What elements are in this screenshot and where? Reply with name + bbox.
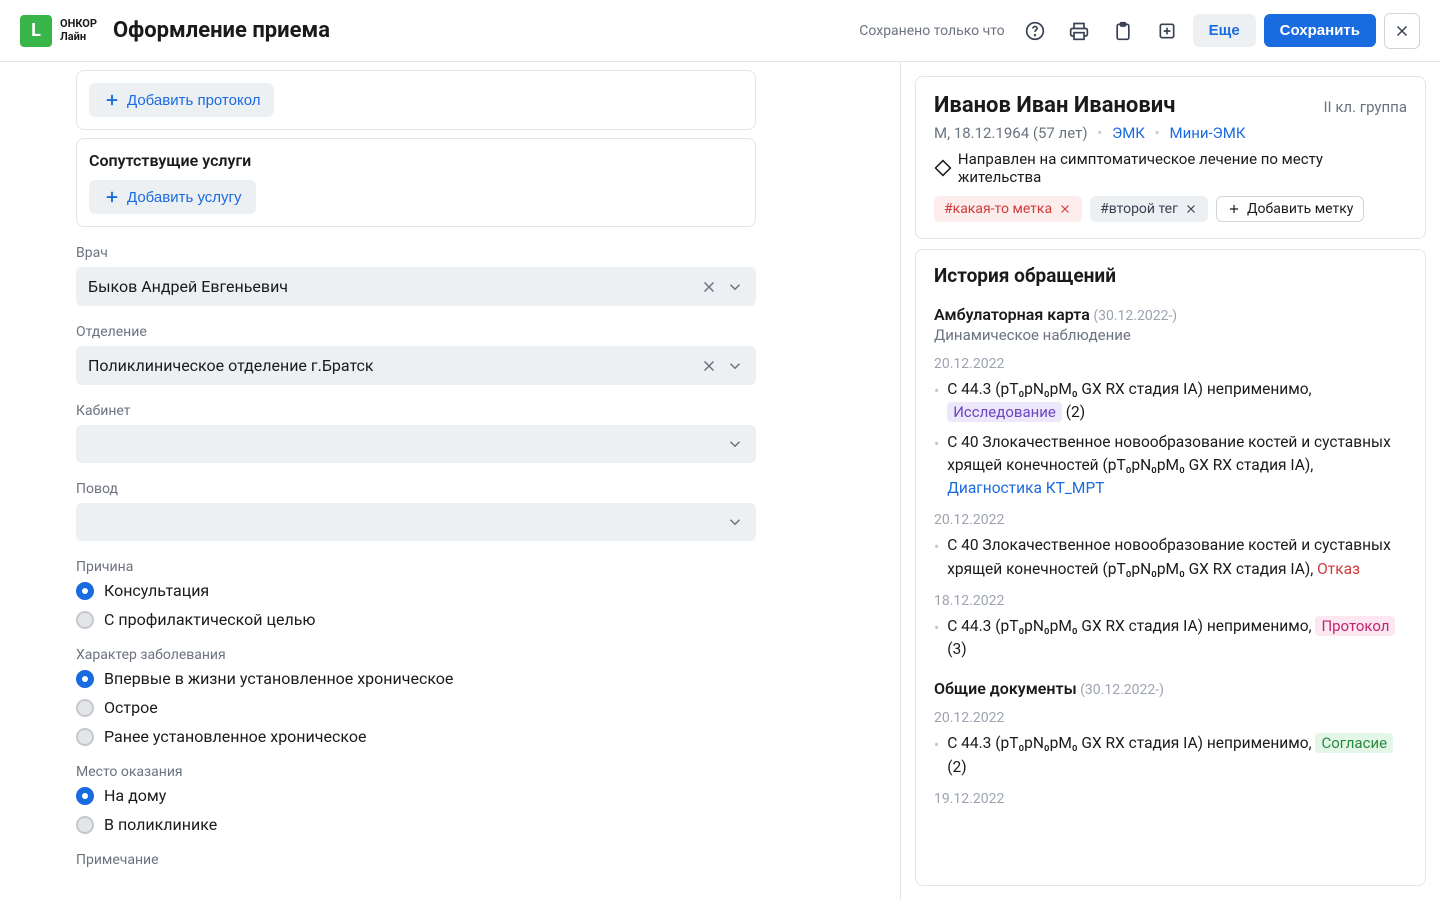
disease-option-2[interactable]: Ранее установленное хроническое: [76, 727, 756, 746]
app-header: L ОНКОР Лайн Оформление приема Сохранено…: [0, 0, 1440, 62]
side-column: Иванов Иван Иванович II кл. группа М, 18…: [900, 62, 1440, 900]
chevron-down-icon[interactable]: [726, 357, 744, 375]
disease-option-1[interactable]: Острое: [76, 698, 756, 717]
cause-option-0[interactable]: Консультация: [76, 581, 756, 600]
patient-name: Иванов Иван Иванович: [934, 93, 1175, 118]
patient-card: Иванов Иван Иванович II кл. группа М, 18…: [915, 76, 1426, 239]
emk-link[interactable]: ЭМК: [1112, 124, 1145, 142]
place-label: Место оказания: [76, 764, 756, 780]
tag-remove-icon[interactable]: [1058, 202, 1072, 216]
close-icon[interactable]: [1384, 13, 1420, 49]
mini-emk-link[interactable]: Мини-ЭМК: [1169, 124, 1245, 142]
reason-visit-label: Повод: [76, 481, 756, 497]
doctor-value: Быков Андрей Евгеньевич: [88, 277, 288, 296]
header-left: L ОНКОР Лайн Оформление приема: [20, 15, 330, 47]
direction-icon: [934, 159, 952, 177]
history-body[interactable]: Амбулаторная карта (30.12.2022-)Динамиче…: [916, 301, 1425, 885]
add-service-button[interactable]: Добавить услугу: [89, 180, 256, 214]
tag-1[interactable]: #какая-то метка: [934, 196, 1082, 222]
history-badge[interactable]: Протокол: [1315, 616, 1395, 636]
department-value: Поликлиническое отделение г.Братск: [88, 356, 374, 375]
services-title: Сопутствущие услуги: [89, 151, 743, 170]
department-label: Отделение: [76, 324, 756, 340]
place-option-1[interactable]: В поликлинике: [76, 815, 756, 834]
history-date: 20.12.2022: [934, 512, 1407, 528]
print-icon[interactable]: [1061, 13, 1097, 49]
history-red: Отказ: [1317, 560, 1360, 578]
clear-icon[interactable]: [700, 278, 718, 296]
history-entry: •C 40 Злокачественное новообразование ко…: [934, 534, 1407, 581]
chevron-down-icon[interactable]: [726, 278, 744, 296]
clear-icon[interactable]: [700, 357, 718, 375]
save-button[interactable]: Сохранить: [1264, 14, 1376, 47]
page-title: Оформление приема: [113, 18, 330, 43]
help-icon[interactable]: [1017, 13, 1053, 49]
new-doc-icon[interactable]: [1149, 13, 1185, 49]
history-entry: •C 44.3 (pT₀pN₀pM₀ GX RX стадия IA) непр…: [934, 378, 1407, 425]
reason-visit-select[interactable]: [76, 503, 756, 541]
add-protocol-label: Добавить протокол: [127, 92, 260, 109]
tags-row: #какая-то метка #второй тег Добавить мет…: [934, 196, 1407, 222]
room-label: Кабинет: [76, 403, 756, 419]
patient-direction-row: Направлен на симптоматическое лечение по…: [934, 150, 1407, 186]
history-section-docs: Общие документы (30.12.2022-)20.12.2022•…: [934, 679, 1407, 807]
patient-group: II кл. группа: [1323, 98, 1407, 116]
cause-label: Причина: [76, 559, 756, 575]
room-field: Кабинет: [76, 403, 756, 463]
cause-option-1[interactable]: С профилактической целью: [76, 610, 756, 629]
more-button[interactable]: Еще: [1193, 14, 1256, 47]
header-right: Сохранено только что Еще Сохранить: [859, 13, 1420, 49]
logo-text: ОНКОР Лайн: [60, 18, 97, 42]
history-badge[interactable]: Согласие: [1315, 733, 1393, 753]
main-layout: Добавить протокол Сопутствущие услуги До…: [0, 62, 1440, 900]
logo-line2: Лайн: [60, 31, 97, 43]
doctor-field: Врач Быков Андрей Евгеньевич: [76, 245, 756, 306]
app-logo: L ОНКОР Лайн: [20, 15, 97, 47]
history-link[interactable]: Диагностика КТ_МРТ: [947, 479, 1104, 497]
logo-line1: ОНКОР: [60, 18, 97, 30]
history-entry: •C 44.3 (pT₀pN₀pM₀ GX RX стадия IA) непр…: [934, 615, 1407, 662]
add-tag-button[interactable]: Добавить метку: [1216, 196, 1364, 222]
history-card: История обращений Амбулаторная карта (30…: [915, 249, 1426, 886]
cause-group: Причина Консультация С профилактической …: [76, 559, 756, 629]
note-label: Примечание: [76, 852, 756, 868]
history-title: История обращений: [916, 250, 1425, 301]
chevron-down-icon[interactable]: [726, 513, 744, 531]
patient-direction: Направлен на симптоматическое лечение по…: [958, 150, 1407, 186]
disease-label: Характер заболевания: [76, 647, 756, 663]
history-section-amb: Амбулаторная карта (30.12.2022-)Динамиче…: [934, 305, 1407, 661]
disease-group: Характер заболевания Впервые в жизни уст…: [76, 647, 756, 746]
reason-visit-field: Повод: [76, 481, 756, 541]
add-service-label: Добавить услугу: [127, 189, 242, 206]
history-badge[interactable]: Исследование: [947, 402, 1062, 422]
tag-remove-icon[interactable]: [1184, 202, 1198, 216]
department-field: Отделение Поликлиническое отделение г.Бр…: [76, 324, 756, 385]
patient-meta: М, 18.12.1964 (57 лет): [934, 124, 1088, 142]
history-date: 18.12.2022: [934, 593, 1407, 609]
services-card: Сопутствущие услуги Добавить услугу: [76, 138, 756, 227]
history-entry: •C 44.3 (pT₀pN₀pM₀ GX RX стадия IA) непр…: [934, 732, 1407, 779]
department-select[interactable]: Поликлиническое отделение г.Братск: [76, 346, 756, 385]
place-group: Место оказания На дому В поликлинике: [76, 764, 756, 834]
history-entry: •C 40 Злокачественное новообразование ко…: [934, 431, 1407, 501]
place-option-0[interactable]: На дому: [76, 786, 756, 805]
tag-2[interactable]: #второй тег: [1090, 196, 1208, 222]
clipboard-icon[interactable]: [1105, 13, 1141, 49]
doctor-select[interactable]: Быков Андрей Евгеньевич: [76, 267, 756, 306]
patient-meta-row: М, 18.12.1964 (57 лет) • ЭМК • Мини-ЭМК: [934, 124, 1407, 142]
form-column[interactable]: Добавить протокол Сопутствущие услуги До…: [0, 62, 900, 900]
chevron-down-icon[interactable]: [726, 435, 744, 453]
history-date: 20.12.2022: [934, 356, 1407, 372]
history-date: 20.12.2022: [934, 710, 1407, 726]
logo-mark: L: [20, 15, 52, 47]
room-select[interactable]: [76, 425, 756, 463]
doctor-label: Врач: [76, 245, 756, 261]
note-group: Примечание: [76, 852, 756, 868]
add-protocol-button[interactable]: Добавить протокол: [89, 83, 274, 117]
history-date: 19.12.2022: [934, 791, 1407, 807]
disease-option-0[interactable]: Впервые в жизни установленное хроническо…: [76, 669, 756, 688]
protocol-card: Добавить протокол: [76, 70, 756, 130]
saved-status: Сохранено только что: [859, 23, 1004, 39]
